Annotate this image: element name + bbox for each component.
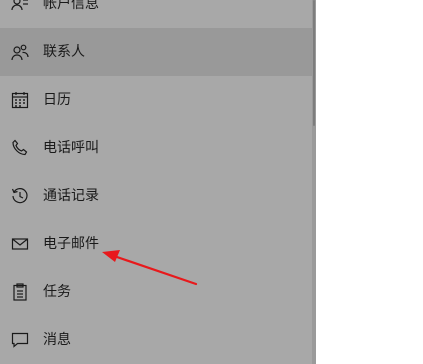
mail-icon bbox=[11, 235, 29, 253]
sidebar-item-label: 日历 bbox=[43, 92, 71, 108]
people-icon bbox=[11, 43, 29, 61]
sidebar-item-tasks[interactable]: 任务 bbox=[0, 268, 312, 316]
privacy-settings-sidebar: 帐户信息 联系人 日历 电话呼叫 通话记录 电子邮件 任务 消息 bbox=[0, 0, 316, 364]
sidebar-item-email[interactable]: 电子邮件 bbox=[0, 220, 312, 268]
sidebar-item-account-info[interactable]: 帐户信息 bbox=[0, 0, 312, 28]
calendar-icon bbox=[11, 91, 29, 109]
sidebar-item-label: 消息 bbox=[43, 332, 71, 348]
message-icon bbox=[11, 331, 29, 349]
sidebar-item-label: 通话记录 bbox=[43, 188, 99, 204]
sidebar-item-label: 电话呼叫 bbox=[43, 140, 99, 156]
sidebar-item-label: 帐户信息 bbox=[43, 0, 99, 12]
sidebar-item-calendar[interactable]: 日历 bbox=[0, 76, 312, 124]
sidebar-item-label: 联系人 bbox=[43, 44, 85, 60]
phone-icon bbox=[11, 139, 29, 157]
sidebar-item-label: 任务 bbox=[43, 284, 71, 300]
clipboard-icon bbox=[11, 283, 29, 301]
person-card-icon bbox=[11, 0, 29, 13]
sidebar-item-phone-calls[interactable]: 电话呼叫 bbox=[0, 124, 312, 172]
sidebar-item-call-history[interactable]: 通话记录 bbox=[0, 172, 312, 220]
sidebar-item-label: 电子邮件 bbox=[43, 236, 99, 252]
history-icon bbox=[11, 187, 29, 205]
scrollbar-thumb[interactable] bbox=[313, 0, 315, 126]
sidebar-item-contacts[interactable]: 联系人 bbox=[0, 28, 312, 76]
sidebar-item-messages[interactable]: 消息 bbox=[0, 316, 312, 364]
